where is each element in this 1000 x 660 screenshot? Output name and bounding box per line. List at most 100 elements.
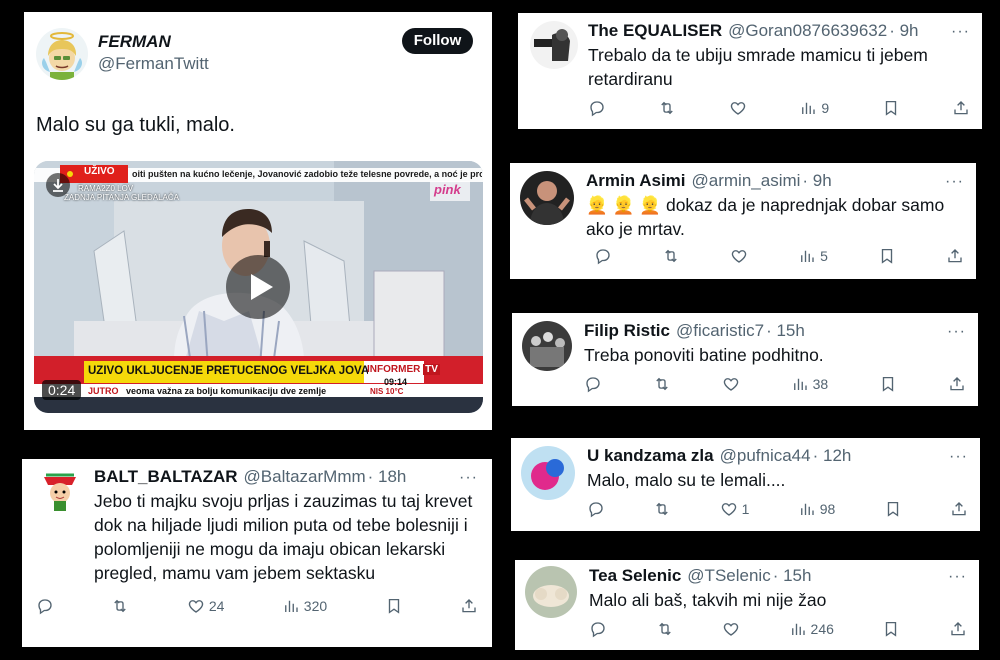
bookmark-button[interactable] [882, 99, 900, 117]
headline-banner: UŽIVO UKLJUČENJE PRETUČENOG VELJKA JOVAN… [88, 365, 368, 377]
like-count: 1 [741, 501, 750, 517]
like-button[interactable] [722, 620, 740, 638]
view-count: 9 [821, 100, 830, 116]
action-bar: 24 320 [36, 597, 478, 615]
reply-button[interactable] [36, 597, 54, 615]
more-icon[interactable]: ··· [947, 324, 966, 340]
more-icon[interactable]: ··· [951, 24, 970, 40]
avatar[interactable] [530, 21, 578, 69]
views-button[interactable]: 246 [789, 620, 834, 638]
bookmark-button[interactable] [882, 620, 900, 638]
reply-text: Malo, malo su te lemali.... [587, 470, 786, 490]
author-handle[interactable]: @pufnica44 [720, 446, 811, 466]
program-name: RAMA2Z0 LOV [78, 184, 134, 193]
timestamp[interactable]: · 9h [802, 171, 831, 191]
timestamp[interactable]: · 15h [766, 321, 805, 341]
show-name: JUTRO [88, 386, 119, 396]
like-button[interactable] [722, 375, 740, 393]
avatar[interactable] [520, 171, 574, 225]
view-count: 5 [820, 248, 828, 264]
retweet-button[interactable] [653, 375, 671, 393]
avatar[interactable] [522, 321, 572, 371]
share-button[interactable] [952, 99, 970, 117]
timestamp[interactable]: · 15h [773, 566, 812, 586]
like-button[interactable] [730, 247, 748, 265]
share-button[interactable] [949, 620, 967, 638]
reply-card-tea: Tea Selenic @TSelenic · 15h ··· Malo ali ba… [515, 560, 979, 650]
retweet-button[interactable] [111, 597, 129, 615]
views-button[interactable]: 38 [791, 375, 829, 393]
play-icon[interactable] [226, 255, 290, 319]
reply-button[interactable] [587, 500, 605, 518]
reply-card-baltazar: BALT_BALTAZAR @BaltazarMmm · 18h ··· Jebo t… [22, 459, 492, 647]
follow-button[interactable]: Follow [402, 28, 473, 54]
video-duration: 0:24 [42, 380, 82, 400]
avatar[interactable] [36, 28, 88, 80]
reply-text: Jebo ti majku svoju prljas i zauzimas tu… [94, 491, 473, 583]
author-name[interactable]: FERMAN [98, 32, 171, 52]
bottom-ticker: veoma važna za bolju komunikaciju dve ze… [126, 386, 327, 396]
action-bar: 1 98 [587, 500, 968, 518]
video-player[interactable]: UŽIVO oiti pušten na kućno lečenje, Jova… [34, 161, 483, 413]
like-button[interactable]: 1 [720, 500, 750, 518]
bookmark-button[interactable] [878, 247, 896, 265]
reply-button[interactable] [594, 247, 612, 265]
more-icon[interactable]: ··· [949, 449, 968, 465]
author-name[interactable]: Tea Selenic [589, 566, 681, 586]
share-button[interactable] [460, 597, 478, 615]
reply-button[interactable] [589, 620, 607, 638]
avatar[interactable] [525, 566, 577, 618]
author-name[interactable]: The EQUALISER [588, 21, 722, 41]
bookmark-button[interactable] [884, 500, 902, 518]
reply-card-kandzama: U kandzama zla @pufnica44 · 12h ··· Malo, m… [511, 438, 980, 531]
author-handle[interactable]: @BaltazarMmm [244, 467, 366, 487]
avatar[interactable] [521, 446, 575, 500]
like-button[interactable] [729, 99, 747, 117]
action-bar: 246 [589, 620, 967, 638]
author-handle[interactable]: @FermanTwitt [98, 54, 209, 74]
retweet-button[interactable] [658, 99, 676, 117]
temperature: NIS 10°C [370, 387, 404, 396]
bookmark-button[interactable] [385, 597, 403, 615]
view-count: 38 [812, 376, 829, 392]
author-handle[interactable]: @armin_asimi [692, 171, 801, 191]
avatar[interactable] [36, 467, 84, 515]
reply-button[interactable] [584, 375, 602, 393]
author-name[interactable]: Armin Asimi [586, 171, 686, 191]
views-button[interactable]: 320 [282, 597, 327, 615]
views-button[interactable]: 98 [798, 500, 835, 518]
channel-logo: pink [434, 182, 461, 197]
more-icon[interactable]: ··· [459, 470, 478, 486]
top-ticker: oiti pušten na kućno lečenje, Jovanović … [132, 169, 482, 179]
author-handle[interactable]: @Goran0876639632 [728, 21, 887, 41]
views-button[interactable]: 5 [798, 247, 828, 265]
reply-card-equaliser: The EQUALISER @Goran0876639632 · 9h ··· Tre… [518, 13, 982, 129]
like-button[interactable]: 24 [187, 597, 224, 615]
author-handle[interactable]: @TSelenic [687, 566, 770, 586]
bookmark-button[interactable] [879, 375, 897, 393]
author-name[interactable]: BALT_BALTAZAR [94, 467, 238, 487]
timestamp[interactable]: · 12h [813, 446, 852, 466]
reply-card-filip: Filip Ristic @ficaristic7 · 15h ··· Treba p… [512, 313, 978, 406]
author-name[interactable]: Filip Ristic [584, 321, 670, 341]
tv-label: TV [423, 364, 440, 375]
author-name[interactable]: U kandzama zla [587, 446, 714, 466]
emoji-row: 👱 👱 👱 [586, 195, 662, 215]
action-bar: 5 [594, 247, 964, 265]
informer-logo: INFORMER TV [367, 364, 440, 375]
more-icon[interactable]: ··· [948, 569, 967, 585]
clock: 09:14 [384, 377, 408, 387]
views-button[interactable]: 9 [799, 99, 829, 117]
author-handle[interactable]: @ficaristic7 [676, 321, 764, 341]
timestamp[interactable]: · 18h [368, 467, 407, 487]
retweet-button[interactable] [656, 620, 674, 638]
share-button[interactable] [946, 247, 964, 265]
share-button[interactable] [950, 500, 968, 518]
share-button[interactable] [948, 375, 966, 393]
more-icon[interactable]: ··· [945, 174, 964, 190]
reply-button[interactable] [588, 99, 606, 117]
download-icon[interactable] [46, 173, 70, 197]
timestamp[interactable]: · 9h [889, 21, 918, 41]
retweet-button[interactable] [653, 500, 671, 518]
retweet-button[interactable] [662, 247, 680, 265]
